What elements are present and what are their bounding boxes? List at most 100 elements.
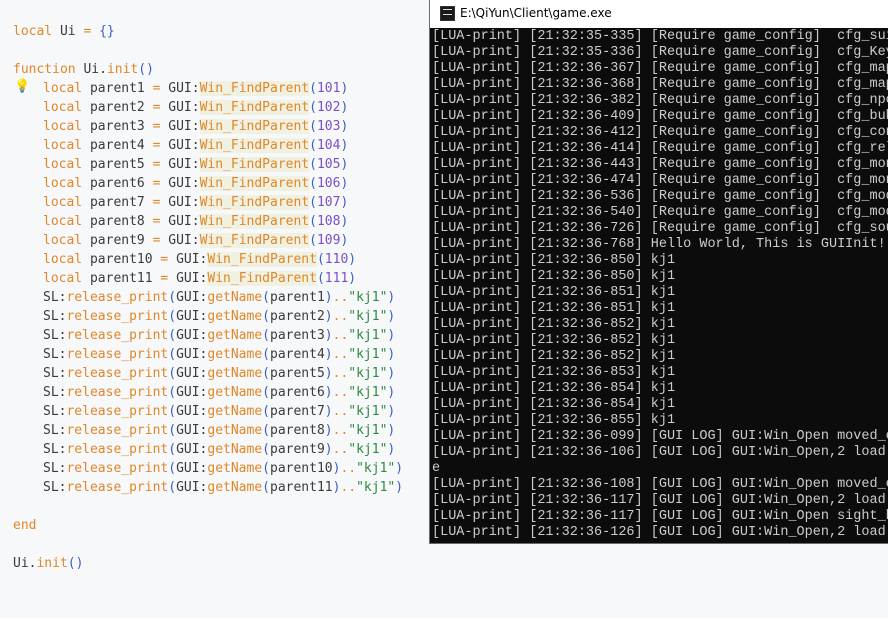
code-token: (: [309, 81, 317, 96]
code-token: 110: [324, 252, 349, 267]
code-line[interactable]: local parent5 = GUI:Win_FindParent(105): [13, 155, 348, 174]
code-line[interactable]: SL:release_print(GUI:getName(parent8).."…: [13, 421, 395, 440]
code-token: (: [262, 404, 270, 419]
code-token: SL:: [43, 290, 67, 305]
code-token: (: [262, 480, 270, 495]
code-token: parent9: [82, 233, 153, 248]
console-line: [LUA-print] [21:32:36-853] kj1: [432, 365, 676, 380]
code-token: parent3: [82, 119, 153, 134]
code-line[interactable]: local parent8 = GUI:Win_FindParent(108): [13, 212, 348, 231]
code-token: (: [168, 290, 177, 305]
code-line[interactable]: local Ui = {}: [13, 22, 115, 41]
code-token: release_print: [66, 347, 169, 362]
code-line[interactable]: local parent6 = GUI:Win_FindParent(106): [13, 174, 348, 193]
code-line[interactable]: local parent10 = GUI:Win_FindParent(110): [13, 250, 356, 269]
code-token: ): [387, 404, 396, 419]
code-token: ): [340, 100, 349, 115]
code-token: release_print: [66, 366, 169, 381]
code-line[interactable]: SL:release_print(GUI:getName(parent3).."…: [13, 326, 395, 345]
code-token: local: [43, 271, 83, 286]
code-token: ): [387, 290, 396, 305]
code-token: ): [324, 328, 333, 343]
code-token: (: [168, 309, 177, 324]
code-token: SL:: [43, 423, 67, 438]
code-token: ): [324, 290, 333, 305]
code-token: ): [324, 404, 333, 419]
code-line[interactable]: SL:release_print(GUI:getName(parent4).."…: [13, 345, 395, 364]
code-line[interactable]: SL:release_print(GUI:getName(parent9).."…: [13, 440, 395, 459]
code-line[interactable]: local parent11 = GUI:Win_FindParent(111): [13, 269, 356, 288]
code-token: getName: [207, 423, 263, 438]
code-token: ): [387, 309, 396, 324]
console-line: [LUA-print] [21:32:36-117] [GUI LOG] GUI…: [432, 509, 888, 524]
code-token: parent1: [82, 81, 153, 96]
console-line: [LUA-print] [21:32:36-382] [Require game…: [432, 93, 888, 108]
console-output: [LUA-print] [21:32:35-335] [Require game…: [432, 29, 888, 541]
code-line[interactable]: SL:release_print(GUI:getName(parent6).."…: [13, 383, 395, 402]
code-token: 106: [316, 176, 341, 191]
code-line[interactable]: SL:release_print(GUI:getName(parent5).."…: [13, 364, 395, 383]
code-token: parent4: [270, 347, 325, 362]
code-token: (: [309, 195, 317, 210]
code-token: "kj1": [348, 366, 388, 381]
console-line: [LUA-print] [21:32:36-850] kj1: [432, 269, 676, 284]
code-line[interactable]: SL:release_print(GUI:getName(parent1).."…: [13, 288, 395, 307]
code-token: SL:: [43, 309, 67, 324]
code-token: "kj1": [348, 423, 388, 438]
code-token: release_print: [66, 480, 169, 495]
code-token: GUI:: [176, 385, 208, 400]
code-token: "kj1": [356, 461, 396, 476]
code-token: (: [168, 480, 177, 495]
code-token: GUI:: [160, 138, 200, 153]
code-token: (: [168, 461, 177, 476]
code-token: "kj1": [348, 404, 388, 419]
code-token: ..: [332, 366, 349, 381]
code-token: parent11: [82, 271, 161, 286]
code-token: (: [168, 347, 177, 362]
code-token: GUI:: [160, 119, 200, 134]
code-token: parent11: [270, 480, 333, 495]
code-line[interactable]: local parent4 = GUI:Win_FindParent(104): [13, 136, 348, 155]
code-token: local: [13, 24, 53, 39]
code-line[interactable]: SL:release_print(GUI:getName(parent2).."…: [13, 307, 395, 326]
console-line: [LUA-print] [21:32:36-855] kj1: [432, 413, 676, 428]
code-token: (: [168, 328, 177, 343]
code-token: Win_FindParent: [207, 252, 317, 267]
code-token: getName: [207, 366, 263, 381]
code-token: local: [43, 195, 83, 210]
code-token: ): [324, 385, 333, 400]
lightbulb-icon[interactable]: 💡: [14, 79, 30, 95]
code-token: GUI:: [176, 480, 208, 495]
code-line[interactable]: local parent2 = GUI:Win_FindParent(102): [13, 98, 348, 117]
code-token: SL:: [43, 480, 67, 495]
console-line: [LUA-print] [21:32:35-335] [Require game…: [432, 29, 888, 44]
code-token: parent6: [270, 385, 325, 400]
code-token: Ui.: [75, 62, 107, 77]
code-token: (: [309, 233, 317, 248]
code-line[interactable]: local parent1 = GUI:Win_FindParent(101): [13, 79, 348, 98]
code-token: local: [43, 157, 83, 172]
code-token: getName: [207, 404, 263, 419]
console-line: [LUA-print] [21:32:36-850] kj1: [432, 253, 676, 268]
code-token: (: [262, 461, 270, 476]
code-token: ..: [332, 442, 349, 457]
console-line: [LUA-print] [21:32:36-726] [Require game…: [432, 221, 888, 236]
code-token: SL:: [43, 442, 67, 457]
code-token: Win_FindParent: [199, 195, 310, 210]
console-window[interactable]: E:\QiYun\Client\game.exe [LUA-print] [21…: [429, 0, 888, 544]
code-line[interactable]: SL:release_print(GUI:getName(parent7).."…: [13, 402, 395, 421]
code-token: ): [340, 176, 349, 191]
code-line[interactable]: SL:release_print(GUI:getName(parent10)..…: [13, 459, 403, 478]
code-token: release_print: [66, 328, 169, 343]
code-line[interactable]: function Ui.init(): [13, 60, 154, 79]
code-line[interactable]: local parent7 = GUI:Win_FindParent(107): [13, 193, 348, 212]
code-token: GUI:: [160, 233, 200, 248]
code-line[interactable]: SL:release_print(GUI:getName(parent11)..…: [13, 478, 403, 497]
console-titlebar[interactable]: E:\QiYun\Client\game.exe: [430, 0, 888, 28]
code-token: ): [324, 442, 333, 457]
code-line[interactable]: end: [13, 516, 36, 535]
code-line[interactable]: Ui.init(): [13, 554, 83, 573]
console-line: [LUA-print] [21:32:35-336] [Require game…: [432, 45, 888, 60]
code-line[interactable]: local parent9 = GUI:Win_FindParent(109): [13, 231, 348, 250]
code-line[interactable]: local parent3 = GUI:Win_FindParent(103): [13, 117, 348, 136]
